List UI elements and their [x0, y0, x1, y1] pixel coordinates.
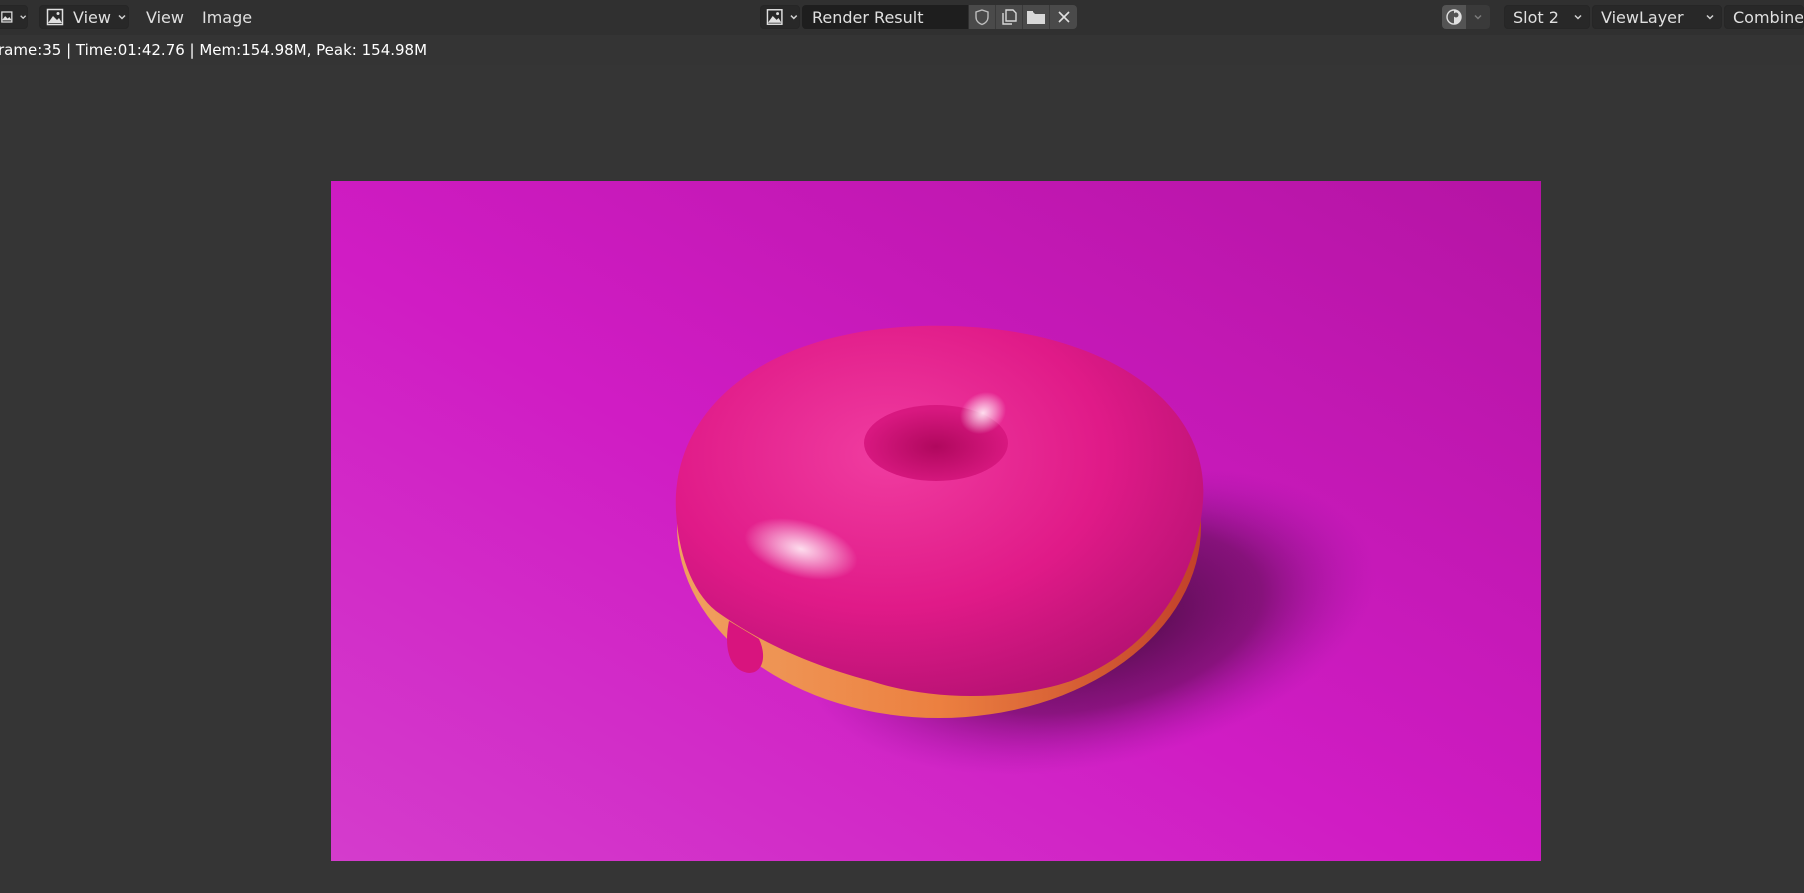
chevron-down-icon	[19, 15, 26, 20]
duplicate-icon	[1002, 9, 1017, 25]
render-slot-dropdown[interactable]: Slot 2	[1504, 5, 1590, 29]
new-image-button[interactable]	[996, 5, 1023, 29]
render-stats-text: rame:35 | Time:01:42.76 | Mem:154.98M, P…	[0, 41, 428, 59]
image-editor-header: View View Image Render Result Slot 2 Vie…	[0, 0, 1804, 35]
render-slot-label: Slot 2	[1513, 7, 1559, 27]
shield-icon	[975, 9, 989, 26]
view-mode-dropdown[interactable]: View	[39, 5, 129, 29]
fake-user-button[interactable]	[969, 5, 996, 29]
unlink-image-button[interactable]	[1050, 5, 1077, 29]
display-channels-button[interactable]	[1442, 5, 1466, 29]
render-result-image	[331, 181, 1541, 861]
chevron-down-icon	[790, 15, 798, 20]
browse-image-dropdown[interactable]	[760, 5, 800, 29]
view-layer-dropdown[interactable]: ViewLayer	[1592, 5, 1722, 29]
image-browse-icon	[766, 9, 783, 25]
image-icon	[46, 8, 64, 26]
menu-view[interactable]: View	[140, 5, 190, 29]
menu-image[interactable]: Image	[196, 5, 258, 29]
render-pass-dropdown[interactable]: Combined	[1724, 5, 1804, 29]
color-alpha-icon	[1446, 9, 1462, 25]
image-editor-icon	[1, 11, 13, 23]
view-mode-label: View	[73, 7, 111, 27]
chevron-down-icon	[118, 14, 126, 20]
open-image-button[interactable]	[1023, 5, 1050, 29]
folder-icon	[1027, 11, 1045, 24]
editor-type-dropdown[interactable]	[0, 5, 28, 29]
view-layer-label: ViewLayer	[1601, 7, 1684, 27]
chevron-down-icon	[1574, 14, 1582, 20]
image-datablock-buttons	[969, 5, 1077, 29]
chevron-down-icon	[1706, 14, 1714, 20]
display-channels-group	[1442, 5, 1494, 29]
close-icon	[1057, 11, 1070, 23]
render-pass-label: Combined	[1733, 7, 1804, 27]
chevron-down-icon	[1474, 14, 1482, 20]
display-channels-dropdown[interactable]	[1466, 5, 1490, 29]
image-name-field[interactable]: Render Result	[802, 5, 968, 29]
donut-render	[331, 181, 1541, 861]
render-stats: rame:35 | Time:01:42.76 | Mem:154.98M, P…	[0, 38, 427, 62]
